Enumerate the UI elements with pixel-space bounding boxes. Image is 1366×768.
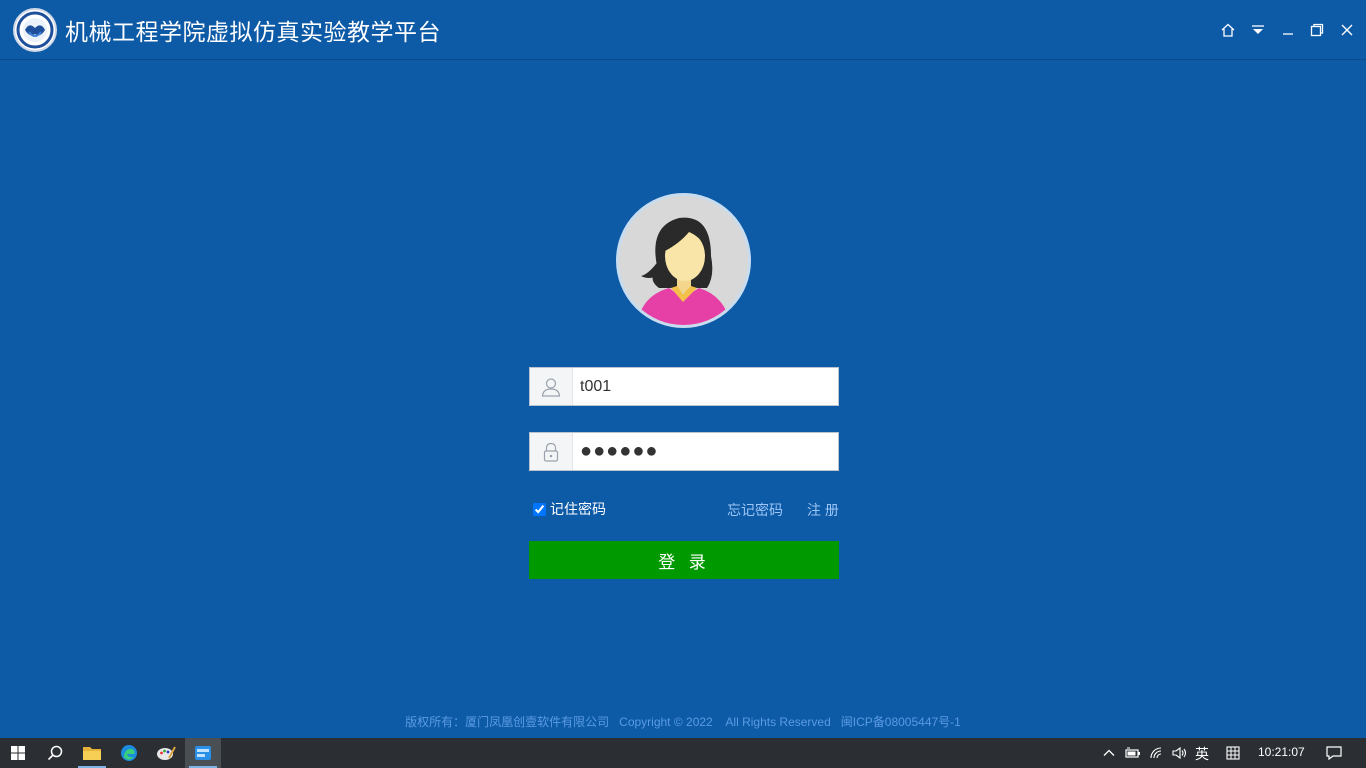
home-icon[interactable] bbox=[1217, 19, 1239, 41]
battery-icon[interactable] bbox=[1121, 738, 1145, 768]
edge-icon[interactable] bbox=[111, 738, 147, 768]
password-field bbox=[529, 432, 839, 471]
copyright-footer: 版权所有：厦门凤凰创壹软件有限公司 Copyright © 2022 All R… bbox=[405, 715, 961, 729]
search-icon[interactable] bbox=[37, 738, 73, 768]
input-language[interactable]: 英 bbox=[1195, 744, 1209, 764]
paint-icon[interactable] bbox=[148, 738, 184, 768]
remember-label: 记住密码 bbox=[550, 501, 606, 517]
volume-icon[interactable] bbox=[1168, 738, 1192, 768]
app-title: 机械工程学院虚拟仿真实验教学平台 bbox=[65, 20, 441, 46]
register-link[interactable]: 注 册 bbox=[807, 500, 839, 520]
chevron-up-icon[interactable] bbox=[1097, 738, 1121, 768]
notification-icon[interactable] bbox=[1320, 738, 1348, 768]
lock-icon bbox=[530, 433, 573, 470]
taskbar: 英 10:21:07 bbox=[0, 738, 1366, 768]
dropdown-icon[interactable] bbox=[1247, 19, 1269, 41]
user-icon bbox=[530, 368, 573, 405]
remember-checkbox[interactable] bbox=[533, 502, 546, 516]
file-explorer-icon[interactable] bbox=[74, 738, 110, 768]
close-icon[interactable] bbox=[1336, 19, 1358, 41]
forgot-password-link[interactable]: 忘记密码 bbox=[727, 500, 783, 520]
app-icon[interactable] bbox=[185, 738, 221, 768]
keyboard-grid-icon[interactable] bbox=[1221, 738, 1245, 768]
remember-password[interactable]: 记住密码 bbox=[532, 499, 606, 519]
clock[interactable]: 10:21:07 bbox=[1258, 745, 1305, 759]
user-avatar bbox=[616, 193, 751, 328]
username-input[interactable] bbox=[580, 368, 830, 405]
username-field bbox=[529, 367, 839, 406]
password-input[interactable] bbox=[580, 433, 830, 470]
school-logo bbox=[13, 8, 57, 52]
title-bar: 机械工程学院虚拟仿真实验教学平台 bbox=[0, 0, 1366, 60]
wifi-icon[interactable] bbox=[1145, 738, 1169, 768]
maximize-icon[interactable] bbox=[1306, 19, 1328, 41]
windows-start-icon[interactable] bbox=[0, 738, 36, 768]
minimize-icon[interactable] bbox=[1277, 19, 1299, 41]
login-button[interactable]: 登 录 bbox=[529, 541, 839, 579]
